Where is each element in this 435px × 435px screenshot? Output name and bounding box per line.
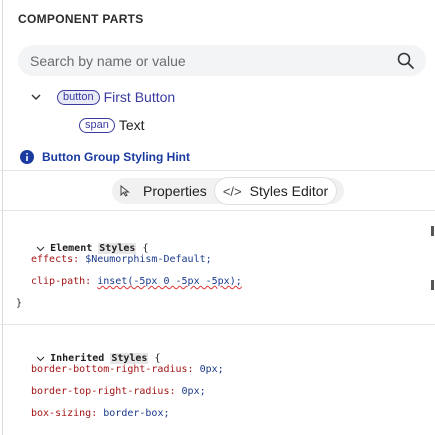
search-box[interactable] — [18, 45, 426, 76]
tag-badge: button — [57, 89, 100, 105]
property-name: border-top-right-radius: — [31, 386, 176, 397]
style-property[interactable]: box-sizing: border-box; — [31, 408, 170, 419]
tree-item-label: Text — [118, 117, 145, 133]
divider — [0, 210, 435, 211]
search-input[interactable] — [30, 45, 380, 76]
tree-item-label: First Button — [103, 89, 176, 105]
property-value: border-box; — [103, 408, 170, 419]
left-divider — [2, 0, 3, 435]
tab-styles-editor[interactable]: </> Styles Editor — [214, 178, 337, 204]
tag-badge: span — [79, 117, 115, 133]
property-name: border-bottom-right-radius: — [31, 364, 194, 375]
chevron-down-icon[interactable] — [36, 244, 45, 253]
property-name: effects: — [31, 254, 80, 265]
style-property[interactable]: border-bottom-right-radius: 0px; — [31, 364, 224, 375]
tab-properties[interactable]: Properties — [112, 178, 215, 204]
search-icon[interactable] — [397, 52, 414, 69]
rule-highlight: Styles — [98, 243, 137, 254]
styling-hint[interactable]: Button Group Styling Hint — [20, 150, 190, 164]
property-name: box-sizing: — [31, 408, 98, 419]
open-brace: { — [142, 243, 149, 254]
style-property[interactable]: border-top-right-radius: 0px; — [31, 386, 206, 397]
chevron-down-icon[interactable] — [36, 354, 45, 363]
open-brace: { — [154, 353, 161, 364]
style-property[interactable]: effects: $Neumorphism-Default; — [31, 254, 212, 265]
scroll-marker — [431, 226, 434, 236]
divider — [0, 170, 435, 171]
code-icon: </> — [222, 183, 242, 199]
hint-text: Button Group Styling Hint — [42, 150, 190, 164]
pointer-icon — [120, 185, 130, 197]
info-icon — [20, 150, 34, 164]
style-property[interactable]: clip-path: inset(-5px 0 -5px -5px); — [31, 276, 242, 287]
property-value: 0px; — [199, 364, 224, 375]
divider — [0, 324, 435, 325]
rule-keyword: Inherited — [50, 353, 105, 364]
rule-keyword: Element — [50, 243, 93, 254]
scroll-marker — [431, 280, 434, 290]
rule-highlight: Styles — [110, 353, 149, 364]
tree-item-button[interactable]: button First Button — [30, 86, 175, 108]
chevron-down-icon[interactable] — [30, 91, 42, 103]
close-brace: } — [16, 298, 23, 309]
view-tabs: Properties </> Styles Editor — [112, 178, 344, 204]
tab-label: Styles Editor — [249, 183, 329, 199]
tab-label: Properties — [143, 183, 207, 199]
property-value: inset(-5px 0 -5px -5px); — [97, 276, 242, 287]
panel-title: COMPONENT PARTS — [18, 12, 144, 26]
property-value: $Neumorphism-Default; — [85, 254, 212, 265]
tree-item-span[interactable]: span Text — [79, 114, 145, 136]
property-value: 0px; — [181, 386, 206, 397]
property-name: clip-path: — [31, 276, 92, 287]
